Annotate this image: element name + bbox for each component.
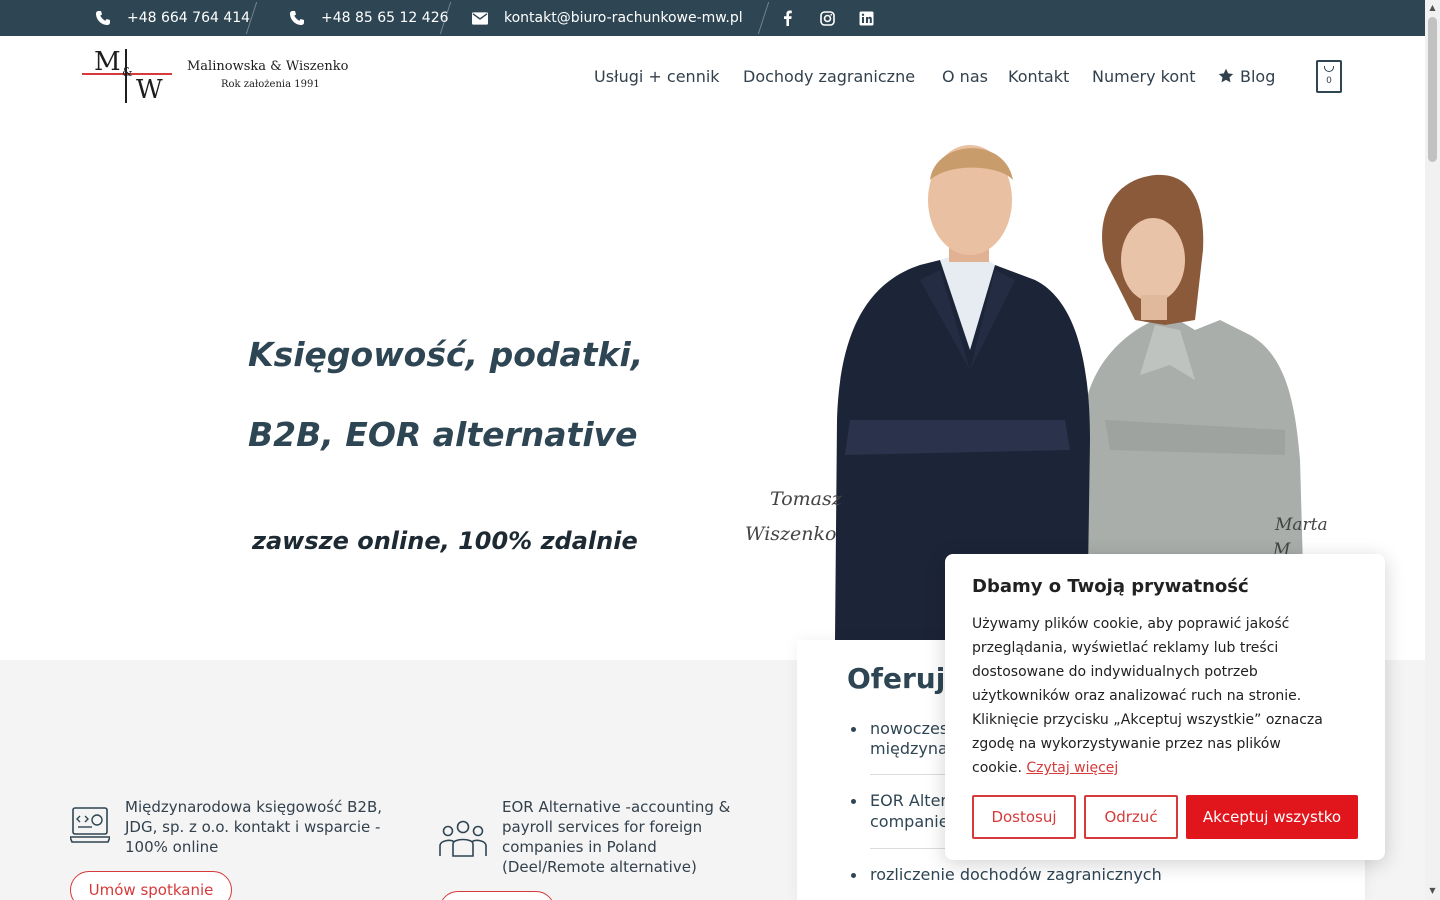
email-link[interactable]: kontakt@biuro-rachunkowe-mw.pl <box>472 0 743 36</box>
book-meeting-button[interactable]: Umów spotkanie <box>70 871 232 900</box>
signature-1-line-2: Wiszenko <box>745 523 836 545</box>
facebook-icon <box>783 10 792 26</box>
hero-subtitle: zawsze online, 100% zdalnie <box>252 527 638 555</box>
list-bullet <box>851 873 856 878</box>
instagram-link[interactable] <box>817 0 837 36</box>
linkedin-icon <box>859 11 873 25</box>
feature-text-2: EOR Alternative -accounting & payroll se… <box>502 798 731 876</box>
nav-item-accounts[interactable]: Numery kont <box>1092 64 1196 88</box>
nav-item-services[interactable]: Usługi + cennik <box>594 64 720 88</box>
nav-item-foreign-income[interactable]: Dochody zagraniczne <box>743 64 915 88</box>
phone-link-2[interactable]: +48 85 65 12 426 <box>289 0 449 36</box>
offer-item-2-line-1: EOR Alter <box>870 791 947 810</box>
scrollbar-thumb[interactable] <box>1428 17 1437 162</box>
linkedin-link[interactable] <box>856 0 876 36</box>
facebook-link[interactable] <box>777 0 797 36</box>
signature-1-line-1: Tomasz <box>770 488 843 510</box>
team-people-icon <box>438 820 488 862</box>
email-address: kontakt@biuro-rachunkowe-mw.pl <box>504 10 743 26</box>
phone-number-2: +48 85 65 12 426 <box>321 10 449 26</box>
offer-item-1-line-1: nowoczes <box>870 719 949 738</box>
nav-item-contact[interactable]: Kontakt <box>1008 64 1069 88</box>
offer-item-3: rozliczenie dochodów zagranicznych <box>870 865 1162 884</box>
cookie-description: Używamy plików cookie, aby poprawić jako… <box>972 616 1323 776</box>
laptop-code-icon <box>68 806 112 848</box>
cart-icon <box>1324 66 1334 72</box>
phone-number-1: +48 664 764 414 <box>127 10 251 26</box>
phone-icon <box>289 10 305 26</box>
phone-link-1[interactable]: +48 664 764 414 <box>95 0 250 36</box>
cookie-text: Używamy plików cookie, aby poprawić jako… <box>972 612 1332 780</box>
offer-item-2-line-2: companie <box>870 812 949 831</box>
reject-button[interactable]: Odrzuć <box>1084 795 1178 839</box>
customize-button[interactable]: Dostosuj <box>972 795 1076 839</box>
star-icon <box>1218 68 1234 83</box>
offer-item-1-line-2: międzyna <box>870 739 948 758</box>
read-more-link[interactable]: Czytaj więcej <box>1026 760 1118 776</box>
logo-letter-w: W <box>136 75 163 105</box>
nav-item-blog[interactable]: Blog <box>1218 64 1275 88</box>
company-logo[interactable]: M & W Malinowska & Wiszenko Rok założeni… <box>82 45 352 105</box>
cookie-title: Dbamy o Twoją prywatność <box>972 576 1249 597</box>
phone-icon <box>95 10 111 26</box>
list-bullet <box>851 727 856 732</box>
hero-heading-line-1: Księgowość, podatki, <box>248 335 644 374</box>
logo-letter-m: M <box>94 47 121 77</box>
page-scrollbar[interactable]: ▲ ▼ <box>1425 0 1440 900</box>
feature-text-1: Międzynarodowa księgowość B2B, JDG, sp. … <box>125 798 383 856</box>
scroll-down-arrow-icon[interactable]: ▼ <box>1428 886 1437 895</box>
envelope-icon <box>472 10 488 26</box>
feature-2-button[interactable] <box>439 891 555 900</box>
scroll-up-arrow-icon[interactable]: ▲ <box>1428 3 1437 12</box>
cookie-consent-dialog: Dbamy o Twoją prywatność Używamy plików … <box>945 554 1385 860</box>
instagram-icon <box>819 10 835 26</box>
top-bar: +48 664 764 414 +48 85 65 12 426 kontakt… <box>0 0 1425 36</box>
list-bullet <box>851 799 856 804</box>
accept-all-button[interactable]: Akceptuj wszystko <box>1186 795 1358 839</box>
cart-count: 0 <box>1326 76 1332 86</box>
topbar-divider <box>757 2 770 34</box>
nav-item-about[interactable]: O nas <box>942 64 988 88</box>
signature-2-line-1: Marta <box>1274 515 1328 535</box>
logo-ampersand: & <box>122 65 133 79</box>
logo-company-name: Malinowska & Wiszenko <box>187 59 349 74</box>
cart-button[interactable]: 0 <box>1316 60 1342 93</box>
nav-blog-label: Blog <box>1240 66 1276 86</box>
hero-heading-line-2: B2B, EOR alternative <box>248 415 638 454</box>
logo-founded-year: Rok założenia 1991 <box>221 79 320 90</box>
